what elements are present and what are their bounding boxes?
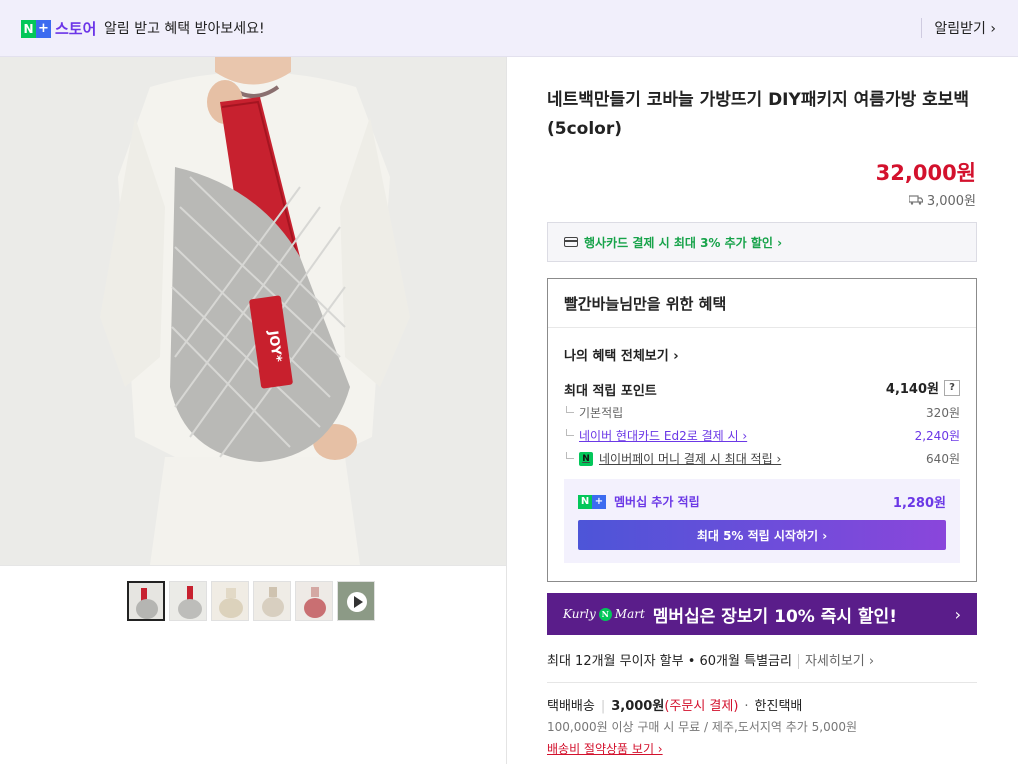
hyundai-card-value: 2,240원 <box>914 429 960 443</box>
installment-more-link[interactable]: 자세히보기 › <box>797 654 875 669</box>
product-main-image[interactable]: JOY* <box>0 57 506 565</box>
brand-store-label: 스토어 <box>55 20 97 38</box>
thumbnail-3[interactable] <box>211 581 249 621</box>
thumbnail-video[interactable] <box>337 581 375 621</box>
elbow-icon <box>566 429 574 436</box>
basic-point-row: 기본적립 <box>566 404 623 421</box>
brand-plus: + <box>36 19 51 38</box>
hyundai-card-label[interactable]: 네이버 현대카드 Ed2로 결제 시 › <box>579 427 747 444</box>
npay-money-value: 640원 <box>926 452 960 466</box>
naver-plus-icon: N + <box>578 494 606 509</box>
product-title: 네트백만들기 코바늘 가방뜨기 DIY패키지 여름가방 호보백 (5color) <box>547 90 970 139</box>
installment-info: 최대 12개월 무이자 할부 • 60개월 특별금리 자세히보기 › <box>547 650 875 669</box>
notification-message: 알림 받고 혜택 받아보세요! <box>104 21 265 37</box>
section-divider <box>547 682 977 683</box>
naver-plus-store-logo[interactable]: N + 스토어 <box>21 18 96 39</box>
max-point-label: 최대 적립 포인트 <box>564 384 657 399</box>
npay-icon: N <box>579 451 593 466</box>
delivery-fee: 3,000원 <box>611 699 665 714</box>
membership-box: N + 멤버십 추가 적립 1,280원 최대 5% 적립 시작하기 › <box>564 479 960 563</box>
installment-text: 최대 12개월 무이자 할부 • 60개월 특별금리 <box>547 654 792 669</box>
image-divider <box>0 565 506 566</box>
subscribe-alarm-button[interactable]: 알림받기 › <box>921 18 996 38</box>
elbow-icon <box>566 452 574 459</box>
delivery-method: 택배배송 <box>547 699 595 714</box>
elbow-icon <box>566 406 574 413</box>
benefit-title: 빨간바늘님만을 위한 혜택 <box>548 279 976 328</box>
max-point-value: 4,140원 ? <box>886 378 960 397</box>
basic-point-label: 기본적립 <box>579 406 624 420</box>
product-photo-illustration: JOY* <box>0 57 506 565</box>
chevron-right-icon: › <box>954 604 961 624</box>
membership-value: 1,280원 <box>892 496 946 511</box>
benefit-panel: 빨간바늘님만을 위한 혜택 나의 혜택 전체보기 › 최대 적립 포인트 4,1… <box>547 278 977 582</box>
hyundai-card-row[interactable]: 네이버 현대카드 Ed2로 결제 시 › <box>566 427 747 444</box>
help-icon[interactable]: ? <box>944 379 960 396</box>
product-price: 32,000원 <box>875 161 976 185</box>
card-promotion-text: 행사카드 결제 시 최대 3% 추가 할인 › <box>584 235 783 250</box>
credit-card-icon <box>564 237 578 247</box>
basic-point-value: 320원 <box>926 406 960 420</box>
thumbnail-1[interactable] <box>127 581 165 621</box>
thumbnail-5[interactable] <box>295 581 333 621</box>
membership-start-button[interactable]: 최대 5% 적립 시작하기 › <box>578 520 946 550</box>
delivery-fee-note: (주문시 결제) <box>664 699 739 714</box>
card-promotion-link[interactable]: 행사카드 결제 시 최대 3% 추가 할인 › <box>547 222 977 262</box>
delivery-info: 택배배송 | 3,000원(주문시 결제) · 한진택배 <box>547 699 803 714</box>
banner-text: 멤버십은 장보기 10% 즉시 할인! <box>652 606 897 627</box>
kurly-mart-logo: Kurly N Mart <box>563 607 645 621</box>
npay-money-label[interactable]: 네이버페이 머니 결제 시 최대 적립 › <box>599 450 781 467</box>
column-divider <box>506 57 507 764</box>
my-benefit-link[interactable]: 나의 혜택 전체보기 › <box>564 345 679 364</box>
thumbnail-2[interactable] <box>169 581 207 621</box>
shipping-saving-link[interactable]: 배송비 절약상품 보기 › <box>547 740 663 757</box>
mart-label: Mart <box>614 607 645 621</box>
brand-n: N <box>21 19 36 38</box>
delivery-carrier: 한진택배 <box>754 699 803 714</box>
top-notification-bar: N + 스토어 알림 받고 혜택 받아보세요! 알림받기 › <box>0 0 1018 57</box>
thumbnail-4[interactable] <box>253 581 291 621</box>
kurly-label: Kurly <box>563 607 596 621</box>
shipping-fee-value: 3,000원 <box>926 194 976 209</box>
truck-icon <box>908 194 923 205</box>
kurly-mart-banner[interactable]: Kurly N Mart 멤버십은 장보기 10% 즉시 할인! › <box>547 593 977 635</box>
shipping-fee: 3,000원 <box>908 190 976 209</box>
kurly-n-icon: N <box>598 607 612 621</box>
thumbnail-strip <box>127 581 375 621</box>
delivery-condition: 100,000원 이상 구매 시 무료 / 제주,도서지역 추가 5,000원 <box>547 720 858 734</box>
max-point-amount: 4,140원 <box>885 382 939 397</box>
npay-money-row[interactable]: N 네이버페이 머니 결제 시 최대 적립 › <box>566 450 781 467</box>
naver-plus-icon: N + <box>21 19 51 38</box>
membership-label-text: 멤버십 추가 적립 <box>614 495 700 509</box>
membership-label: N + 멤버십 추가 적립 <box>578 493 700 510</box>
